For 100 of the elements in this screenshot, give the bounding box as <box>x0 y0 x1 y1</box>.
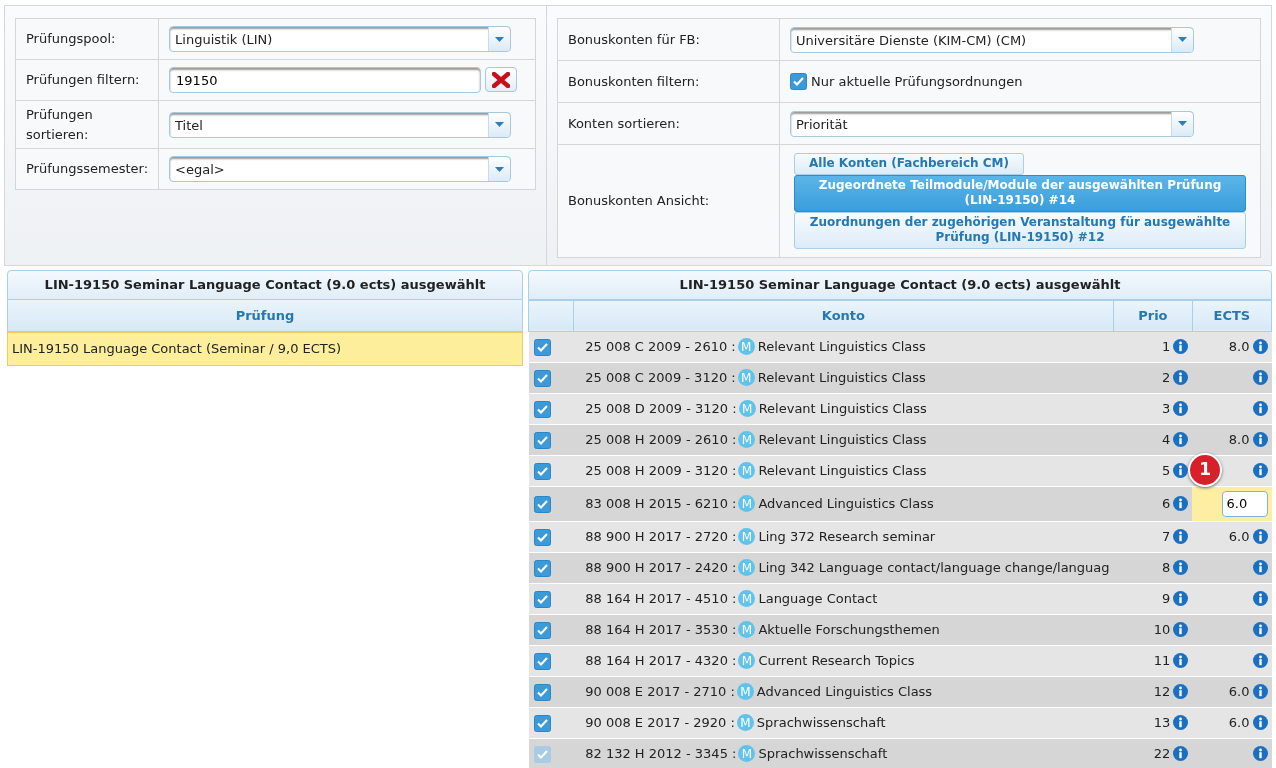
module-badge: M <box>738 431 756 448</box>
priority-value: 13 <box>1153 713 1171 732</box>
info-icon[interactable] <box>1173 560 1189 575</box>
info-icon[interactable] <box>1252 370 1268 385</box>
ects-value: 8.0 <box>1228 430 1250 449</box>
ects-value: 8.0 <box>1228 337 1250 356</box>
module-badge: M <box>736 714 754 731</box>
account-code: 25 008 C 2009 - 3120 : <box>585 368 736 387</box>
dropdown[interactable]: Titel <box>169 111 512 138</box>
column-header[interactable]: Konto <box>573 300 1114 331</box>
info-icon[interactable] <box>1173 370 1189 385</box>
account-code: 90 008 E 2017 - 2710 : <box>585 682 735 701</box>
account-name: Current Research Topics <box>758 651 915 670</box>
field-label: Konten sortieren: <box>557 102 780 145</box>
module-badge: M <box>737 369 755 386</box>
checkbox[interactable] <box>533 683 551 701</box>
info-icon[interactable] <box>1173 529 1189 544</box>
dropdown[interactable]: Universitäre Dienste (KIM-CM) (CM) <box>790 26 1194 53</box>
info-icon[interactable] <box>1173 715 1189 730</box>
info-icon[interactable] <box>1252 591 1268 606</box>
account-name: Relevant Linguistics Class <box>758 461 927 480</box>
priority-value: 10 <box>1153 620 1171 639</box>
account-name: Language Contact <box>758 589 878 608</box>
ects-value: 6.0 <box>1228 713 1250 732</box>
module-badge: M <box>738 652 756 669</box>
info-icon[interactable] <box>1252 684 1268 699</box>
info-icon[interactable] <box>1173 432 1189 447</box>
column-header[interactable]: ECTS <box>1192 300 1272 331</box>
module-badge: M <box>738 621 756 638</box>
info-icon[interactable] <box>1252 339 1268 354</box>
module-badge: M <box>738 528 756 545</box>
caret-icon <box>495 122 505 127</box>
info-icon[interactable] <box>1252 529 1268 544</box>
checkbox[interactable] <box>533 495 551 513</box>
info-icon[interactable] <box>1173 684 1189 699</box>
checkbox[interactable] <box>533 590 551 608</box>
module-badge: M <box>738 559 756 576</box>
info-icon[interactable] <box>1252 463 1268 478</box>
account-code: 88 164 H 2017 - 4320 : <box>585 651 737 670</box>
checkbox[interactable] <box>533 462 551 480</box>
filter-field[interactable]: 19150 <box>169 67 482 93</box>
column-header[interactable]: Prio <box>1113 300 1193 331</box>
account-code: 88 900 H 2017 - 2420 : <box>585 558 737 577</box>
account-code: 90 008 E 2017 - 2920 : <box>585 713 735 732</box>
module-badge: M <box>738 462 756 479</box>
view-button[interactable]: Zuordnungen der zugehörigen Veranstaltung für ausgewählte Prüfung (LIN-19150) #12 <box>794 211 1246 249</box>
info-icon[interactable] <box>1252 653 1268 668</box>
priority-value: 11 <box>1153 651 1171 670</box>
caret-icon <box>1178 121 1187 126</box>
checkbox[interactable] <box>533 621 551 639</box>
field-label: Prüfungssemester: <box>15 148 159 190</box>
module-badge: M <box>737 338 755 355</box>
account-code: 25 008 D 2009 - 3120 : <box>585 399 737 418</box>
info-icon[interactable] <box>1173 591 1189 606</box>
info-icon[interactable] <box>1173 401 1189 416</box>
info-icon[interactable] <box>1173 746 1189 762</box>
info-icon[interactable] <box>1173 339 1189 354</box>
info-icon[interactable] <box>1252 560 1268 575</box>
priority-value: 9 <box>1161 589 1171 608</box>
account-name: Ling 372 Research seminar <box>758 527 936 546</box>
checkbox[interactable] <box>790 73 807 90</box>
checkbox[interactable] <box>533 652 551 670</box>
priority-value: 4 <box>1161 430 1171 449</box>
close-icon <box>492 71 511 88</box>
ects-field[interactable]: 6.0 <box>1221 490 1268 517</box>
dropdown[interactable]: Priorität <box>790 110 1194 137</box>
exam-item[interactable]: LIN-19150 Language Contact (Seminar / 9,0 ECTS) <box>7 332 523 366</box>
checkbox[interactable] <box>533 714 551 732</box>
info-icon[interactable] <box>1173 496 1189 511</box>
field-label: Bonuskonten filtern: <box>557 60 780 103</box>
account-code: 25 008 H 2009 - 3120 : <box>585 461 737 480</box>
info-icon[interactable] <box>1252 432 1268 447</box>
field-label: Prüfungspool: <box>15 18 159 60</box>
account-code: 83 008 H 2015 - 6210 : <box>585 494 737 513</box>
info-icon[interactable] <box>1173 622 1189 637</box>
checkbox[interactable] <box>533 559 551 577</box>
account-name: Relevant Linguistics Class <box>758 399 927 418</box>
module-badge: M <box>736 683 754 700</box>
ects-value: 6.0 <box>1228 682 1250 701</box>
clear-button[interactable] <box>485 67 518 92</box>
panel-title: LIN-19150 Seminar Language Contact (9.0 ects) ausgewählt <box>7 270 523 300</box>
checkbox[interactable] <box>533 431 551 449</box>
dropdown[interactable]: Linguistik (LIN) <box>169 26 512 52</box>
dropdown[interactable]: <egal> <box>169 156 512 182</box>
view-button[interactable]: Alle Konten (Fachbereich CM) <box>794 153 1024 175</box>
info-icon[interactable] <box>1252 746 1268 762</box>
info-icon[interactable] <box>1252 401 1268 416</box>
account-name: Ling 342 Language contact/language change/languag <box>758 558 1110 577</box>
info-icon[interactable] <box>1252 715 1268 730</box>
checkbox[interactable] <box>533 528 551 546</box>
checkbox[interactable] <box>533 400 551 418</box>
checkbox[interactable] <box>533 369 551 387</box>
info-icon[interactable] <box>1252 622 1268 637</box>
field-label: Prüfungen filtern: <box>15 59 159 101</box>
info-icon[interactable] <box>1173 463 1189 478</box>
checkbox[interactable] <box>533 338 551 356</box>
module-badge: M <box>738 590 756 607</box>
info-icon[interactable] <box>1173 653 1189 668</box>
priority-value: 1 <box>1161 337 1171 356</box>
caret-icon <box>1178 37 1187 42</box>
